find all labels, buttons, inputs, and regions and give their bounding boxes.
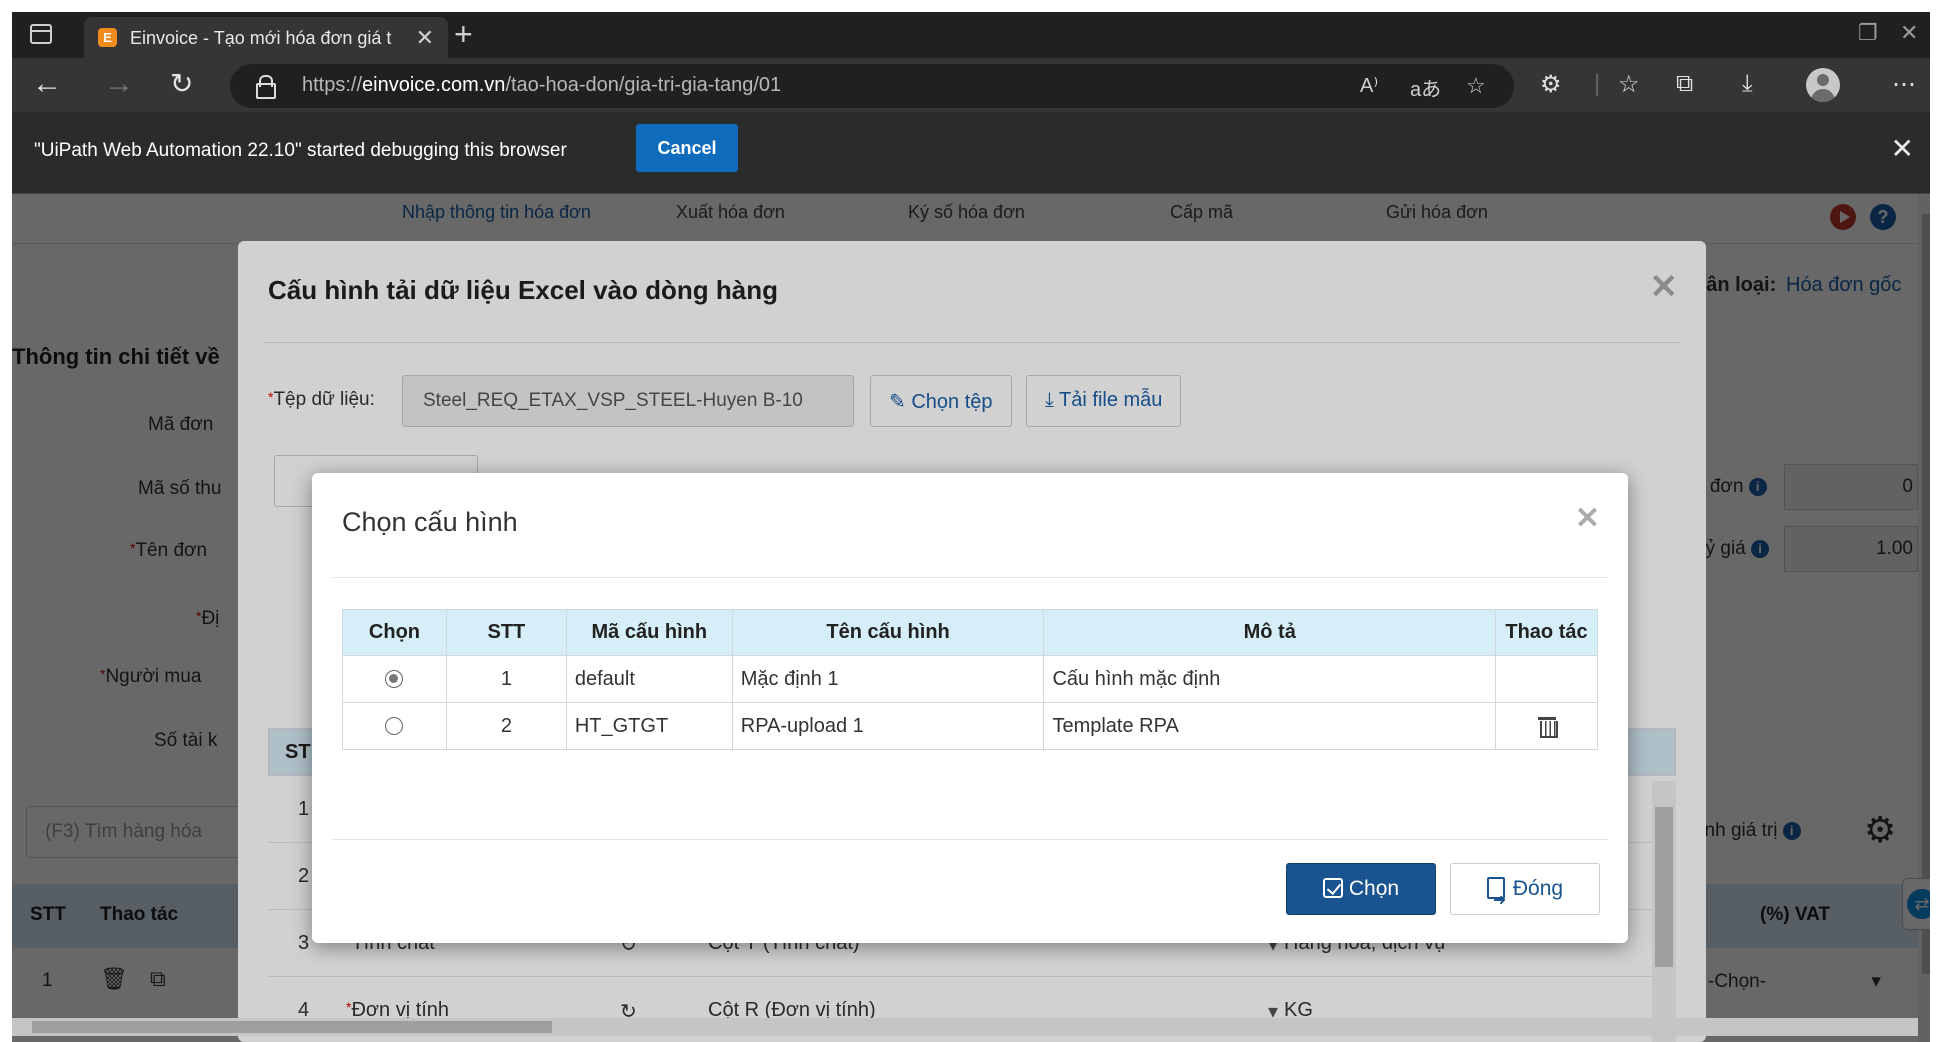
stt-cell: 2 [445,702,567,750]
translate-icon[interactable]: aあ [1410,73,1441,102]
cancel-debug-button[interactable]: Cancel [636,124,738,172]
col-select: Chọn [342,609,447,656]
stt-cell: 1 [445,655,567,703]
close-button[interactable]: Đóng [1450,863,1600,926]
navigation-bar: ← → ↻ https://einvoice.com.vn/tao-hoa-do… [12,58,1930,112]
name-cell: Mặc định 1 [731,655,1045,703]
col-config-code: Mã cấu hình [565,609,733,656]
new-tab-icon[interactable]: + [454,16,473,53]
divider [332,577,1608,578]
select-cell [342,655,447,703]
select-cell [342,702,447,750]
profile-avatar[interactable] [1806,68,1840,102]
tab-title: Einvoice - Tạo mới hóa đơn giá t [130,28,392,48]
close-infobar-icon[interactable]: ✕ [1891,132,1914,165]
read-aloud-icon[interactable]: A⁾ [1360,73,1378,98]
check-icon [1322,878,1343,898]
close-window-icon[interactable]: ✕ [1900,20,1918,46]
collections-icon[interactable]: ⧉ [1676,70,1693,98]
close-tab-icon[interactable]: ✕ [416,25,434,51]
add-favorite-icon[interactable]: ☆ [1466,73,1486,99]
trash-icon[interactable] [1537,715,1558,739]
desc-cell: Cấu hình mặc định [1043,655,1497,703]
close-config-modal-icon[interactable]: ✕ [1575,501,1600,536]
lock-icon[interactable] [256,75,276,99]
restore-window-icon[interactable]: ❐ [1858,20,1878,46]
choose-config-modal: Chọn cấu hình ✕ Chọn STT Mã cấu hình Tên… [312,473,1628,943]
name-cell: RPA-upload 1 [731,702,1045,750]
downloads-icon[interactable]: ⤓ [1742,70,1753,98]
choose-button[interactable]: Chọn [1286,863,1436,915]
table-row[interactable]: 1 default Mặc định 1 Cấu hình mặc định [342,655,1598,703]
refresh-icon[interactable]: ↻ [170,66,193,102]
table-row[interactable]: 2 HT_GTGT RPA-upload 1 Template RPA [342,702,1598,750]
tab-strip: E Einvoice - Tạo mới hóa đơn giá t ✕ + ❐… [12,12,1930,58]
config-modal-title: Chọn cấu hình [342,507,518,537]
col-actions: Thao tác [1495,609,1598,656]
actions-cell [1495,655,1598,703]
debug-infobar: "UiPath Web Automation 22.10" started de… [12,112,1930,194]
browser-window: E Einvoice - Tạo mới hóa đơn giá t ✕ + ❐… [12,12,1930,1042]
code-cell: default [565,655,733,703]
extensions-icon[interactable]: ⚙ [1540,70,1562,99]
desc-cell: Template RPA [1043,702,1497,750]
address-bar[interactable]: https://einvoice.com.vn/tao-hoa-don/gia-… [230,64,1514,108]
toolbar-divider: | [1594,70,1601,97]
col-config-name: Tên cấu hình [731,609,1045,656]
more-menu-icon[interactable]: ⋯ [1892,70,1916,99]
col-description: Mô tả [1043,609,1497,656]
actions-cell [1495,702,1598,750]
infobar-message: "UiPath Web Automation 22.10" started de… [34,140,567,161]
back-icon[interactable]: ← [32,66,62,102]
forward-icon[interactable]: → [104,66,134,102]
config-radio[interactable] [385,717,404,736]
favorites-icon[interactable]: ☆ [1618,70,1640,99]
divider [332,839,1608,840]
url-text[interactable]: https://einvoice.com.vn/tao-hoa-don/gia-… [302,74,781,97]
browser-tab[interactable]: E Einvoice - Tạo mới hóa đơn giá t ✕ [84,17,448,58]
code-cell: HT_GTGT [565,702,733,750]
tab-actions-icon[interactable] [30,24,52,44]
config-table: Chọn STT Mã cấu hình Tên cấu hình Mô tả … [342,609,1598,750]
exit-icon [1486,876,1506,926]
config-radio-selected[interactable] [385,670,404,689]
col-stt: STT [445,609,567,656]
einvoice-favicon-icon: E [98,28,117,47]
